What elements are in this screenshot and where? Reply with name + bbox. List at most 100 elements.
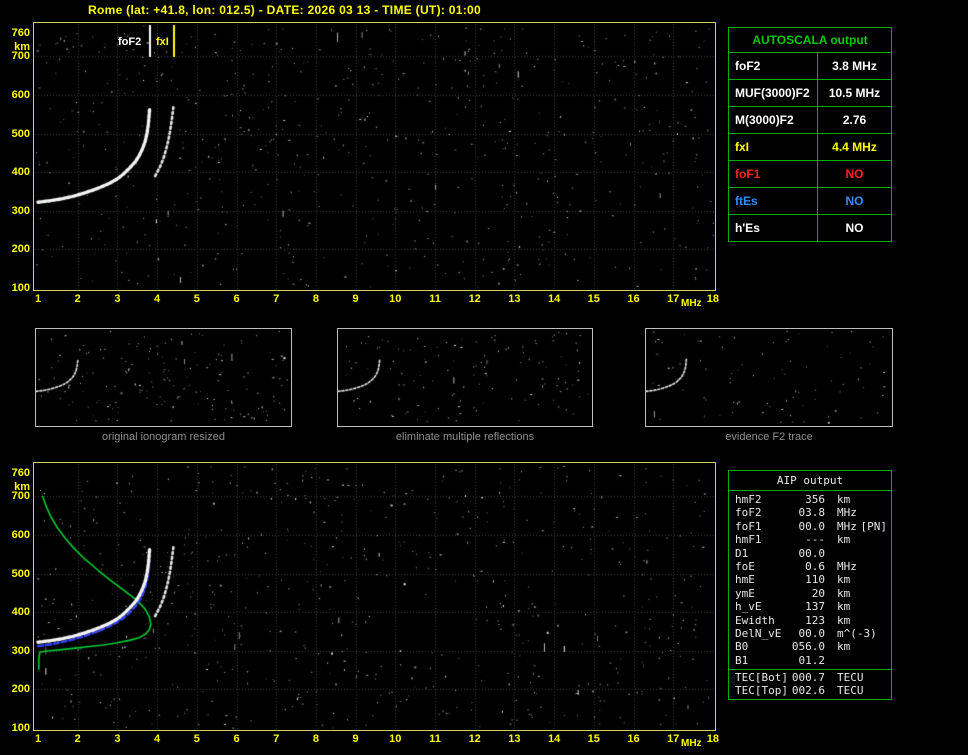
param-value: 0.6 <box>805 559 825 573</box>
x-tick-label: 16 <box>627 293 640 305</box>
param-value: 00.0 <box>798 546 826 560</box>
thumbnail-f2-trace <box>645 328 893 427</box>
y-tick-label: 400 <box>11 606 30 619</box>
aip-row-hmf2: hmF2 356 km <box>729 493 891 506</box>
param-value: 123 <box>805 613 825 627</box>
y-tick-label: 200 <box>11 683 30 696</box>
autoscala-row-ftes: ftEs NO <box>729 188 891 215</box>
autoscala-row-muf-3000-f2: MUF(3000)F2 10.5 MHz <box>729 80 891 107</box>
param-label: hmE <box>735 573 755 587</box>
autoscala-table-rows: foF2 3.8 MHz MUF(3000)F2 10.5 MHz M(3000)F2 2… <box>729 53 891 241</box>
x-tick-label: 6 <box>233 733 240 745</box>
param-label: foF1 <box>735 519 762 533</box>
param-label: h'Es <box>729 215 818 241</box>
y-tick-label: 100 <box>11 722 30 734</box>
y-tick-label: 100 <box>11 282 30 294</box>
ionogram-plot-profile <box>33 462 716 731</box>
param-unit: km <box>837 586 851 600</box>
x-tick-label: 5 <box>193 733 200 745</box>
param-unit: km <box>837 533 851 547</box>
param-unit: km <box>837 640 851 654</box>
param-value: 000.7 <box>791 671 825 685</box>
thumbnail-caption: eliminate multiple reflections <box>395 431 535 443</box>
param-label: ymE <box>735 586 755 600</box>
x-tick-label: 6 <box>233 293 240 305</box>
x-tick-label: 16 <box>627 733 640 745</box>
autoscala-row-fof2: foF2 3.8 MHz <box>729 53 891 80</box>
thumbnail-canvas <box>646 329 890 424</box>
aip-row-tec-bot-: TEC[Bot] 000.7 TECU <box>729 671 891 684</box>
param-value: 01.2 <box>798 653 826 667</box>
param-unit: km <box>837 573 851 587</box>
param-label: MUF(3000)F2 <box>729 80 818 106</box>
param-value: NO <box>845 167 864 181</box>
param-unit: MHz <box>837 519 857 533</box>
x-tick-label: 13 <box>508 293 521 305</box>
x-axis-unit-label: MHz <box>681 298 702 309</box>
param-value: 00.0 <box>798 626 826 640</box>
autoscala-row-h-es: h'Es NO <box>729 215 891 241</box>
param-value: 110 <box>805 573 825 587</box>
param-label: DelN_vE <box>735 626 782 640</box>
param-unit: km <box>837 493 851 506</box>
x-tick-label: 17 <box>667 733 680 745</box>
param-value: 03.8 <box>798 506 826 520</box>
x-tick-label: 5 <box>193 293 200 305</box>
param-label: hmF1 <box>735 533 762 547</box>
aip-table-rows: hmF2 356 km foF2 03.8 MHz foF1 00.0 MHz [PN] hmF1-… <box>729 491 891 667</box>
aip-row-h-ve: h_vE 137 km <box>729 600 891 613</box>
x-tick-label: 3 <box>114 293 121 305</box>
x-tick-label: 11 <box>429 733 441 745</box>
ionogram-plot-main: foF2 fxI <box>33 22 716 291</box>
x-tick-label: 15 <box>587 293 600 305</box>
param-value: 10.5 MHz <box>828 86 881 100</box>
aip-output-table: AIP output hmF2 356 km foF2 03.8 MHz foF1 00.0 M… <box>728 470 892 700</box>
param-value: 3.8 MHz <box>832 59 877 73</box>
x-tick-label: 4 <box>154 293 161 305</box>
param-value: 137 <box>805 600 825 614</box>
x-tick-label: 1 <box>34 293 42 305</box>
x-tick-label: 1 <box>34 733 42 745</box>
param-unit: TECU <box>837 684 864 698</box>
y-tick-label: 500 <box>11 567 30 580</box>
param-value: 4.4 MHz <box>832 140 877 154</box>
param-unit: TECU <box>837 671 864 685</box>
aip-tec-rows: TEC[Bot] 000.7 TECU TEC[Top] 002.6 TECU <box>729 669 891 699</box>
y-axis-unit-label: km <box>14 481 30 494</box>
param-unit: MHz <box>837 559 857 573</box>
aip-row-hmf1: hmF1 --- km <box>729 533 891 546</box>
param-label: foE <box>735 559 755 573</box>
y-tick-label: 760 <box>11 467 30 480</box>
fxi-marker-label: fxI <box>156 36 169 48</box>
thumbnail-caption: original ionogram resized <box>102 431 225 443</box>
autoscala-output-table: AUTOSCALA output foF2 3.8 MHz MUF(3000)F2 1… <box>728 27 892 242</box>
param-label: foF1 <box>729 161 818 187</box>
autoscala-app-window: Rome (lat: +41.8, lon: 012.5) - DATE: 20… <box>0 0 968 755</box>
param-value: 002.6 <box>791 684 825 698</box>
aip-row-d1: D1 00.0 <box>729 547 891 560</box>
x-tick-label: 10 <box>389 733 402 745</box>
x-tick-label: 14 <box>547 293 561 305</box>
param-value: NO <box>845 221 864 235</box>
y-tick-label: 500 <box>11 127 30 140</box>
param-value: 20 <box>811 586 825 600</box>
thumbnail-canvas <box>36 329 289 424</box>
param-unit <box>825 547 837 560</box>
x-tick-label: 18 <box>706 293 720 305</box>
x-tick-label: 17 <box>667 293 680 305</box>
x-tick-label: 14 <box>547 733 561 745</box>
param-label: hmF2 <box>735 493 762 506</box>
x-tick-label: 3 <box>114 733 121 745</box>
aip-row-b1: B1 01.2 <box>729 654 891 667</box>
aip-table-title: AIP output <box>729 471 891 491</box>
y-axis-unit-label: km <box>14 41 30 54</box>
y-tick-label: 200 <box>11 243 30 256</box>
param-value: 056.0 <box>791 640 825 654</box>
param-unit: m^(-3) <box>837 626 877 640</box>
x-axis-unit-label: MHz <box>681 738 702 749</box>
param-label: foF2 <box>729 53 818 79</box>
thumbnail-original-ionogram <box>35 328 292 427</box>
param-value: --- <box>805 533 825 547</box>
x-tick-label: 4 <box>154 733 161 745</box>
thumbnail-canvas <box>338 329 590 424</box>
